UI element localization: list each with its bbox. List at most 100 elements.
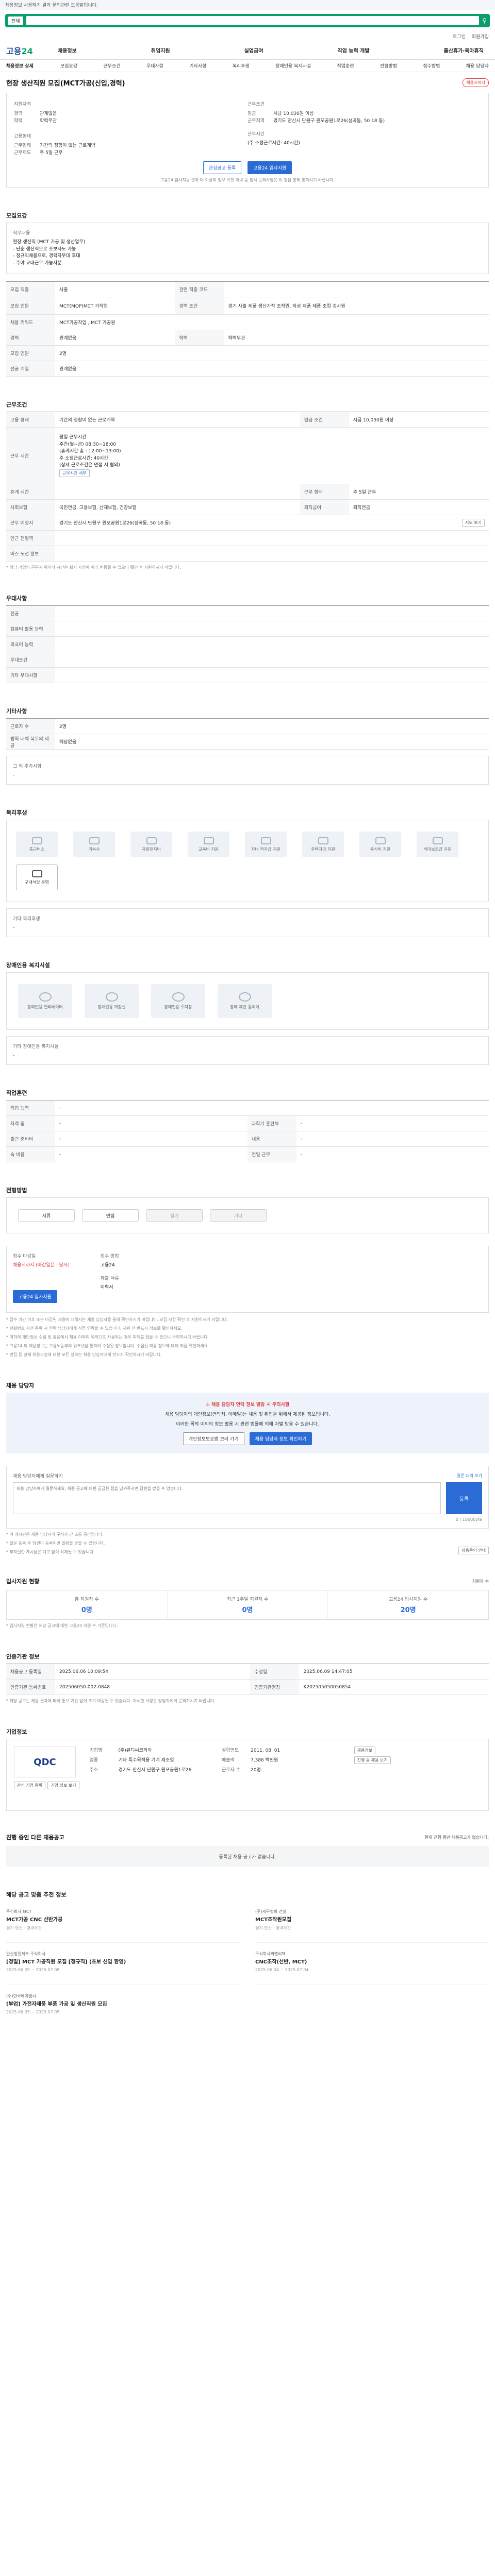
company-bookmark-button[interactable]: 관심 기업 등록 [14,1782,46,1789]
job-desc-line: - 정규직채용으로, 경력자우대 후대 [13,253,80,259]
login-link[interactable]: 로그인 [453,33,466,40]
contact-heading: 채용 담당자 [6,1382,35,1389]
recommend-card[interactable]: 주식회사 MCT MCT가공 CNC 선반가공 경기 안산 · 경력무관 [6,1906,240,1943]
gnb-parental-leave[interactable]: 출산휴가·육아휴직 [444,46,484,54]
tab-welfare[interactable]: 복리후생 [233,62,250,69]
search-icon[interactable]: ⚲ [482,17,487,24]
disability-item-label: 장애 제반 휠체어 [230,1005,259,1009]
edu-value: 학력무관 [40,118,57,124]
apply-bottom-button[interactable]: 고용24 입사지원 [13,1290,57,1303]
cell-label: 숙 비용 [6,1146,55,1162]
recommend-card[interactable]: 주식회사씨엔씨텍 CNC조작(선반, MCT) 2025.06.04 ~ 2025.… [255,1948,489,1985]
recommend-card[interactable]: (주)세무협회 건설 MCT조작원모집 경기 안산 · 경력무관 [255,1906,489,1943]
cell-value: 2025.06.09 14:47:05 [299,1664,489,1680]
elevator-icon [39,992,52,1002]
table-row: 고용 형태 기간의 정함이 없는 근로계약 임금 조건 시급 10,030원 이상 [6,412,489,428]
company-jobs-link[interactable]: 채용정보 [354,1747,375,1754]
notice-bar: 채용정보 사용하기 결과 문의관련 도움말입니다. [0,0,495,10]
apply-box: 접수 마감일 채용시까지 (마감일은 : 당사) 고용24 입사지원 접수 방법… [6,1246,489,1313]
qna-guide-button[interactable]: 채용문의 안내 [458,1547,489,1554]
stat-item: 고용24 입사지원 수 20명 [328,1590,488,1619]
map-button[interactable]: 지도 보기 [462,519,485,527]
conditions-heading: 근무조건 [248,102,265,107]
screening-step: 서류 [18,1209,75,1222]
search-input[interactable] [26,16,480,25]
company-grid: 기업명 (주)큐디씨코리아 설립연도 2011. 08. 01 채용정보 업종 기타 … [90,1747,482,1773]
disability-item: 장애인용 엘리베이터 [18,984,72,1018]
company-buttons: 관심 기업 등록 기업 정보 보기 [14,1782,79,1789]
tab-conditions[interactable]: 근무조건 [103,62,120,69]
other-jobs-section: 진행 중인 다른 채용공고 현재 진행 중인 채용공고가 없습니다. 등록된 채용… [0,1832,495,1867]
other-jobs-sub: 현재 진행 중인 채용공고가 없습니다. [424,1835,489,1840]
bus-icon [31,837,42,844]
table-row: 인증기관 등록번호 202506050-002-0848 인증기관명칭 K202505… [6,1679,489,1695]
table-row: 인근 전철역 [6,530,489,546]
company-active-jobs-link[interactable]: 진행 중 채용 보기 [354,1756,391,1764]
summary-right: 근무조건 임금 시급 10,030원 이상 근무지역 경기도 안산시 단원구 원포공… [248,100,481,157]
cell-label: 휴게 시간 [6,484,55,500]
recommend-card[interactable]: (주)한국에이엠시 [부업] 가전자제품 부품 가공 및 생산직원 모집 2025.… [6,1990,240,2027]
table-row: 컴퓨터 활용 능력 [6,621,489,637]
tab-disability[interactable]: 장애인용 복지시설 [275,62,311,69]
tab-etc[interactable]: 기타사항 [189,62,206,69]
hours-detail-button[interactable]: 근무시간 세부 [59,469,90,477]
qna-header: 채용 담당자에게 질문하기 질문 내역 보기 [13,1472,482,1479]
recommend-card[interactable]: 일산정밀제조 주식회사 [정밀] MCT 가공직원 모집 [정규직] (초보 신입… [6,1948,240,1985]
screening-step: 필기 [146,1209,203,1222]
table-row: 직업 능력 - [6,1100,489,1116]
gnb-skills-development[interactable]: 직업 능력 개발 [337,46,369,54]
company-info-button[interactable]: 기업 정보 보기 [47,1782,79,1789]
gnb-employment-support[interactable]: 취업지원 [151,46,170,54]
qna-submit-button[interactable]: 등록 [446,1482,482,1514]
welfare-item-label: 자녀 학자금 지원 [251,846,280,852]
cell-value: - [296,1146,489,1162]
welfare-section: 복리후생 통근버스 기숙사 차량유지비 교육비 지원 자녀 학자금 지원 주택자금 지원 중… [0,805,495,937]
qna-history-link[interactable]: 질문 내역 보기 [457,1473,482,1479]
qna-heading: 채용 담당자에게 질문하기 [13,1474,63,1479]
privacy-law-button[interactable]: 개인정보보호법 보러 가기 [183,1432,244,1445]
info-heading: 인증기관 정보 [6,1653,40,1660]
tab-contact[interactable]: 채용 담당자 [466,62,489,69]
recommend-title: [부업] 가전자제품 부품 가공 및 생산직원 모집 [6,2002,107,2007]
tab-training[interactable]: 직업훈련 [337,62,354,69]
gnb-unemployment-benefit[interactable]: 실업급여 [244,46,263,54]
recommend-company: (주)세무협회 건설 [255,1909,287,1914]
recommend-section: 해당 공고 맞춤 추천 정보 주식회사 MCT MCT가공 CNC 선반가공 경기 … [0,1887,495,2031]
info-table: 채용공고 등록일 2025.06.06 10:09:54 수정일 2025.06.09… [6,1664,489,1695]
tab-preference[interactable]: 우대사항 [146,62,163,69]
company-field: 기업명 (주)큐디씨코리아 [90,1747,217,1754]
disability-other-value: - [13,1053,15,1058]
apply-button[interactable]: 고용24 입사지원 [248,161,292,174]
bookmark-job-button[interactable]: 관심공고 등록 [203,161,242,174]
company-field-label: 근로자 수 [222,1768,240,1773]
recommend-list: 주식회사 MCT MCT가공 CNC 선반가공 경기 안산 · 경력무관 (주)세무협… [6,1902,489,2031]
tab-screening[interactable]: 전형방법 [380,62,397,69]
search-category-select[interactable]: 전체 [8,16,23,25]
exp-label: 경력 [14,111,23,116]
cell-label: 모집 인원 [6,297,55,315]
cell-value: 2명 [55,718,489,734]
job-summary-box: 지원자격 경력 관계없음 학력 학력무관 고용형태 근무형태 기간의 정함이 없는 근… [6,93,489,188]
tab-recruit[interactable]: 모집요강 [60,62,77,69]
disability-box: 장애인용 엘리베이터 장애인용 화장실 장애인용 주차장 장애 제반 휠체어 [6,972,489,1030]
section-tab-list: 모집요강 근무조건 우대사항 기타사항 복리후생 장애인용 복지시설 직업훈련 … [60,62,489,69]
cell-label: 학력 [175,330,224,346]
table-row: 경력 관계없음 학력 학력무관 [6,330,489,346]
cell-value: - [55,1100,489,1116]
etc-table: 근로자 수 2명 병역 대체 복무의 제공 해당없음 [6,718,489,750]
screening-step-label: 기타 [234,1213,243,1219]
worksite-value: 경기도 안산시 단원구 원포공원1로26(성곡동, 50 18 동) [59,521,171,526]
cell-label: 모집 인원 [6,345,55,361]
signup-link[interactable]: 회원가입 [472,33,489,40]
disability-heading: 장애인용 복지시설 [6,962,50,969]
stat-value: 0명 [81,1606,92,1614]
site-logo[interactable]: 고용24 [6,44,58,57]
disability-item: 장애인용 화장실 [85,984,139,1018]
qna-textarea[interactable] [13,1482,441,1514]
workweek-label: 근무제도 [14,150,31,156]
view-contact-button[interactable]: 채용 담당자 정보 확인하기 [249,1432,312,1445]
gnb-jobs[interactable]: 채용정보 [58,46,77,54]
tab-apply[interactable]: 접수방법 [423,62,440,69]
etc-section: 기타사항 근로자 수 2명 병역 대체 복무의 제공 해당없음 그 외 추가사항 - [0,704,495,785]
screening-heading: 전형방법 [6,1187,27,1194]
